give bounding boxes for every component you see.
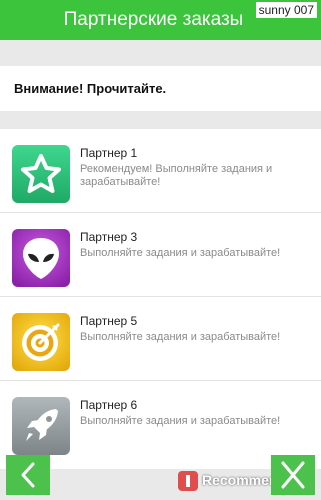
- partner-title: Партнер 5: [80, 314, 138, 328]
- alien-icon: [12, 229, 70, 287]
- target-icon: [12, 313, 70, 371]
- close-button[interactable]: [271, 455, 315, 495]
- partner-title: Партнер 3: [80, 230, 138, 244]
- partner-item-1[interactable]: Партнер 1 Рекомендуем! Выполняйте задани…: [0, 129, 321, 213]
- chevron-left-icon: [6, 455, 50, 495]
- partner-item-5[interactable]: Партнер 5 Выполняйте задания и зарабатыв…: [0, 297, 321, 381]
- partner-title: Партнер 1: [80, 146, 138, 160]
- partner-list: Партнер 1 Рекомендуем! Выполняйте задани…: [0, 129, 321, 469]
- partner-title: Партнер 6: [80, 398, 138, 412]
- partner-description: Рекомендуем! Выполняйте задания и зараба…: [80, 163, 273, 188]
- partner-description: Выполняйте задания и зарабатывайте!: [80, 247, 281, 259]
- recommend-logo-icon: [178, 471, 198, 491]
- rocket-icon: [12, 397, 70, 455]
- partner-description: Выполняйте задания и зарабатывайте!: [80, 415, 281, 427]
- back-button[interactable]: [6, 455, 50, 495]
- partner-item-3[interactable]: Партнер 3 Выполняйте задания и зарабатыв…: [0, 213, 321, 297]
- partner-item-6[interactable]: Партнер 6 Выполняйте задания и зарабатыв…: [0, 381, 321, 465]
- notice-banner[interactable]: Внимание! Прочитайте.: [0, 66, 321, 111]
- close-icon: [271, 455, 315, 495]
- partner-description: Выполняйте задания и зарабатывайте!: [80, 331, 281, 343]
- star-icon: [12, 145, 70, 203]
- watermark-username: sunny 007: [255, 2, 317, 18]
- page-title: Партнерские заказы: [63, 9, 244, 30]
